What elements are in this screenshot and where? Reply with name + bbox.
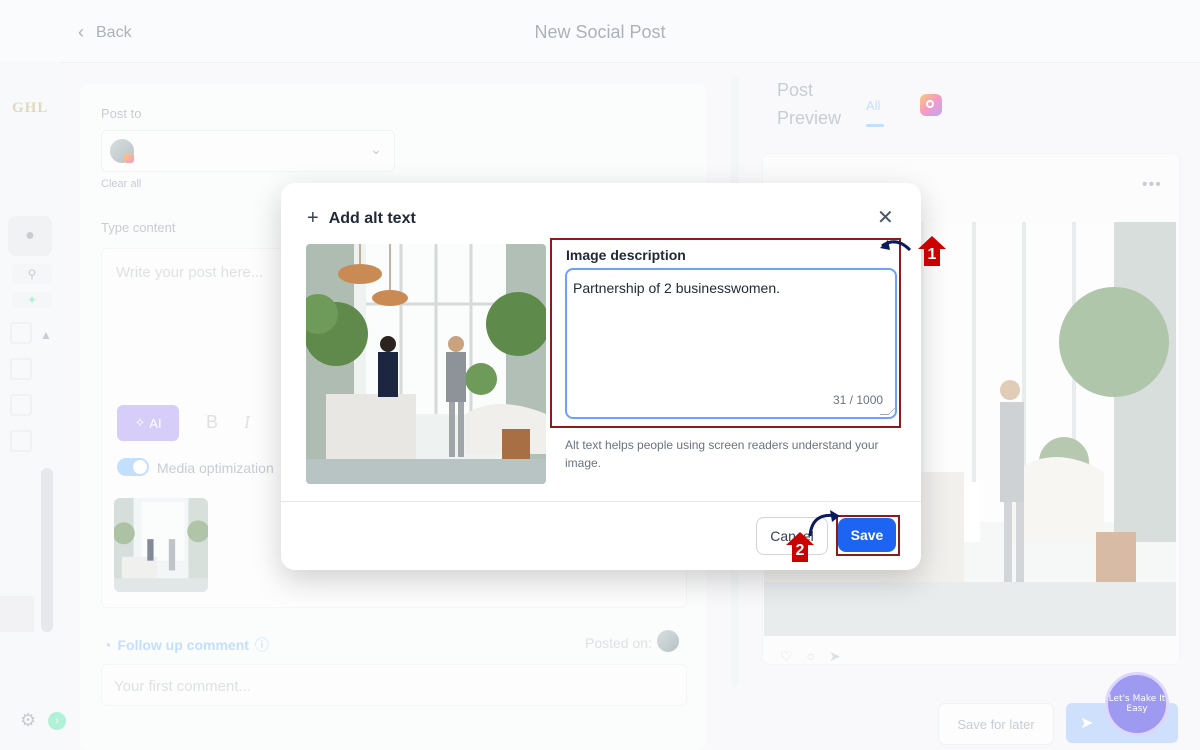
highlight-save-button — [836, 515, 900, 556]
modal-divider — [281, 501, 921, 502]
step-marker-1: 1 — [918, 236, 946, 266]
step-marker-2: 2 — [786, 532, 814, 562]
plus-icon: + — [307, 207, 319, 229]
step-number-1: 1 — [927, 246, 937, 263]
close-icon[interactable]: ✕ — [877, 205, 894, 230]
alt-text-helper: Alt text helps people using screen reade… — [565, 438, 879, 470]
highlight-description-box — [550, 238, 901, 428]
curved-arrow-icon — [880, 240, 912, 252]
step-number-2: 2 — [795, 542, 805, 559]
image-preview — [306, 244, 546, 484]
modal-title: + Add alt text — [307, 207, 416, 230]
modal-title-text: Add alt text — [328, 209, 416, 227]
